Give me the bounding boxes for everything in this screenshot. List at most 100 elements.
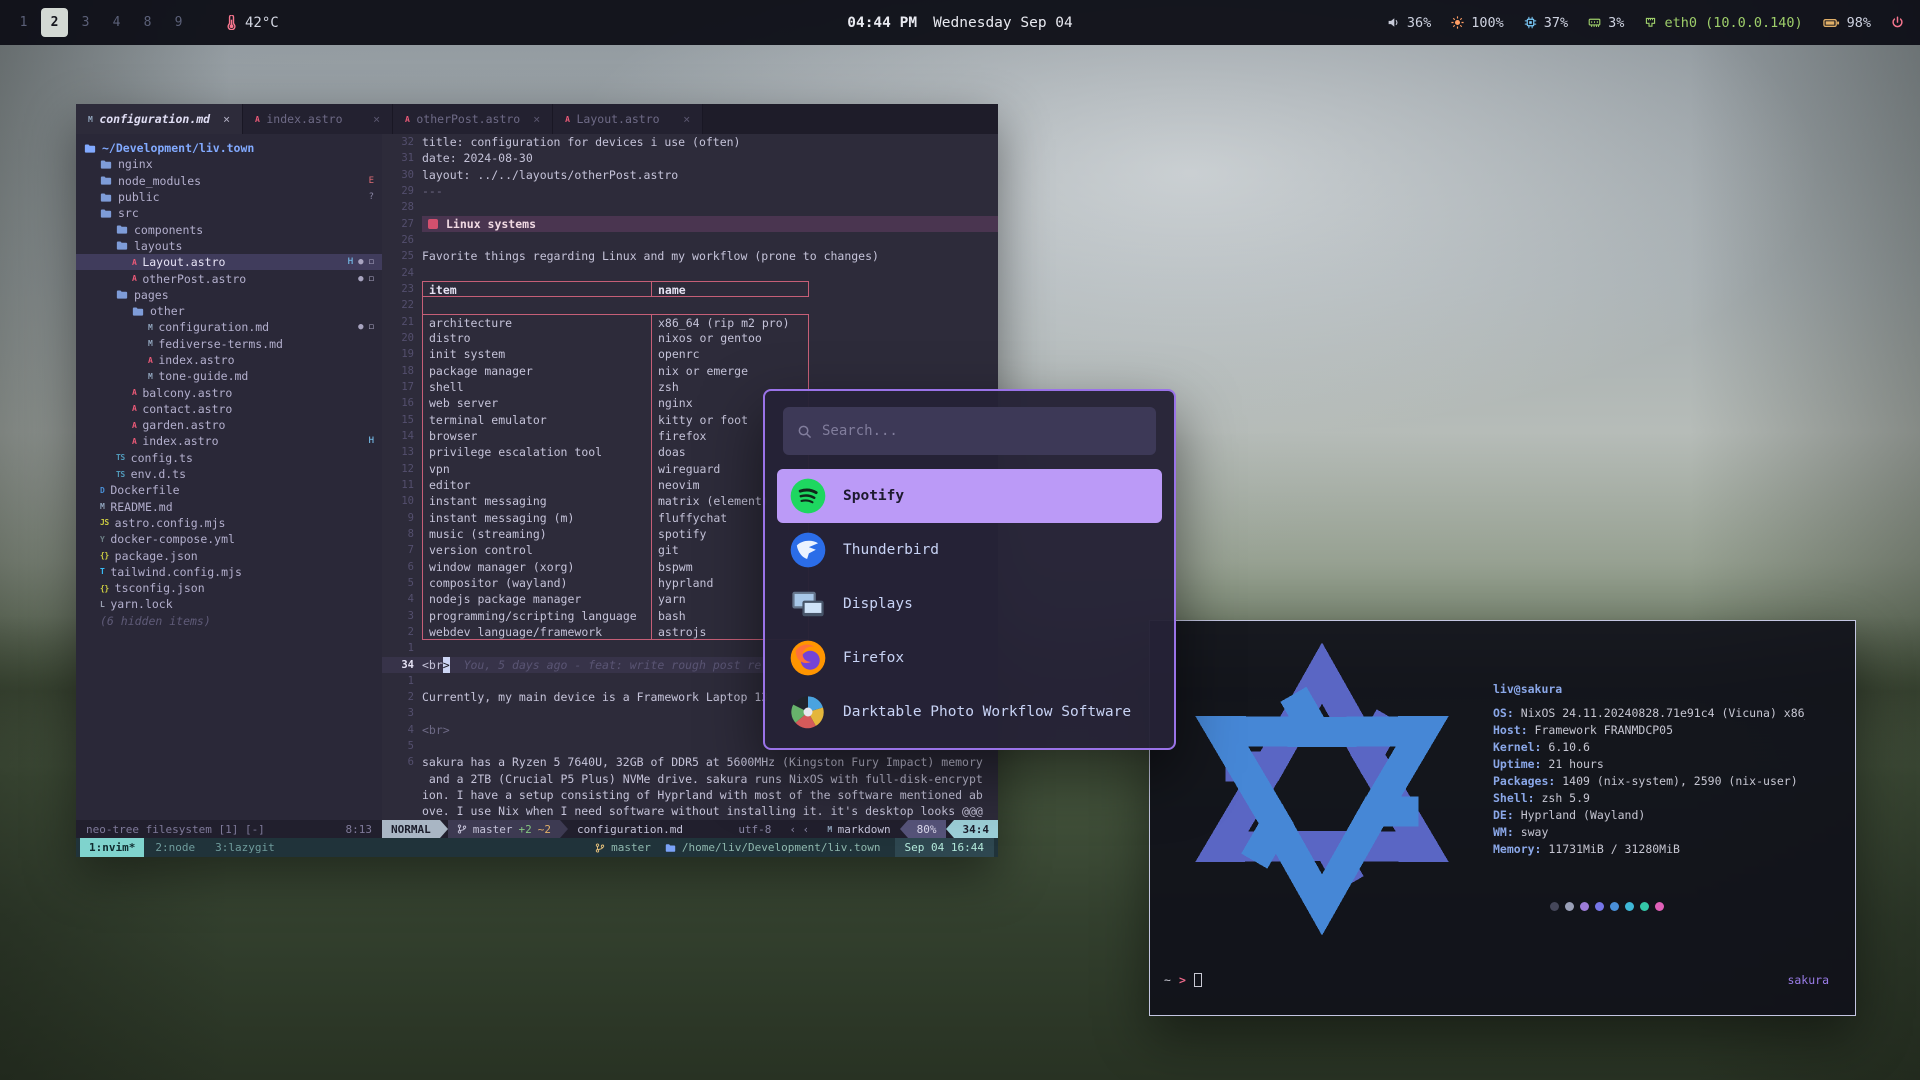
info-row-Host: Host: Framework FRANMDCP05 xyxy=(1493,722,1805,739)
tree-item-tone-guide.md[interactable]: Mtone-guide.md xyxy=(76,368,382,384)
tree-item-garden.astro[interactable]: Agarden.astro xyxy=(76,417,382,433)
line-content: --- xyxy=(422,183,998,199)
tree-item-package.json[interactable]: {}package.json xyxy=(76,547,382,563)
tab-close-icon[interactable]: × xyxy=(677,112,690,126)
line-number: 27 xyxy=(382,216,414,232)
tab-label: Layout.astro xyxy=(577,112,660,126)
tree-item-balcony.astro[interactable]: Abalcony.astro xyxy=(76,384,382,400)
tab-label: otherPost.astro xyxy=(416,112,520,126)
system-info-rows: OS: NixOS 24.11.20240828.71e91c4 (Vicuna… xyxy=(1493,705,1805,858)
folder-icon xyxy=(100,192,112,203)
cursor: > xyxy=(443,657,450,673)
tab-close-icon[interactable]: × xyxy=(367,112,380,126)
tree-item-docker-compose.yml[interactable]: Ydocker-compose.yml xyxy=(76,531,382,547)
tab-close-icon[interactable]: × xyxy=(217,112,230,126)
fetch-terminal-window[interactable]: liv@sakura OS: NixOS 24.11.20240828.71e9… xyxy=(1149,620,1856,1016)
tmux-window-3:lazygit[interactable]: 3:lazygit xyxy=(206,838,284,857)
filetype-segment: M markdown xyxy=(818,820,899,838)
launcher-item-label: Displays xyxy=(843,596,913,612)
tree-item-configuration.md[interactable]: Mconfiguration.md●◻ xyxy=(76,319,382,335)
editor-line: ion. I have a setup consisting of Hyprla… xyxy=(382,787,998,803)
tree-item-otherPost.astro[interactable]: AotherPost.astro●◻ xyxy=(76,270,382,286)
tmux-window-2:node[interactable]: 2:node xyxy=(146,838,204,857)
ts-file-icon: TS xyxy=(116,470,125,479)
line-number: 29 xyxy=(382,183,414,199)
tree-item-label: package.json xyxy=(115,549,198,563)
module-power[interactable] xyxy=(1891,16,1904,29)
tree-item-pages[interactable]: pages xyxy=(76,287,382,303)
tab-close-icon[interactable]: × xyxy=(527,112,540,126)
tree-item-other[interactable]: other xyxy=(76,303,382,319)
tree-item-astro.config.mjs[interactable]: JSastro.config.mjs xyxy=(76,515,382,531)
folder-icon xyxy=(116,289,128,300)
user-host: liv@sakura xyxy=(1493,681,1805,698)
tree-item-badges: E xyxy=(369,176,382,186)
system-info: liv@sakura OS: NixOS 24.11.20240828.71e9… xyxy=(1493,681,1805,858)
darktable-icon xyxy=(789,693,827,731)
workspace-button-3[interactable]: 3 xyxy=(72,8,99,37)
astro-file-icon: A xyxy=(132,404,136,413)
astro-file-icon: A xyxy=(132,274,136,283)
lock-file-icon: L xyxy=(100,600,104,609)
tree-item-node_modules[interactable]: node_modulesE xyxy=(76,173,382,189)
tree-item-index.astro[interactable]: Aindex.astro xyxy=(76,352,382,368)
prompt-symbol: > xyxy=(1179,973,1186,987)
tree-item-Dockerfile[interactable]: DDockerfile xyxy=(76,482,382,498)
tree-item-nginx[interactable]: nginx xyxy=(76,156,382,172)
astro-file-icon: A xyxy=(148,356,152,365)
tmux-window-1:nvim*[interactable]: 1:nvim* xyxy=(80,838,144,857)
workspace-button-4[interactable]: 4 xyxy=(103,8,130,37)
tree-item-contact.astro[interactable]: Acontact.astro xyxy=(76,401,382,417)
git-branch-segment: master +2 ~2 xyxy=(448,820,560,838)
tree-item-config.ts[interactable]: TSconfig.ts xyxy=(76,450,382,466)
editor-tab-configuration.md[interactable]: Mconfiguration.md× xyxy=(76,104,243,134)
module-memory: 3% xyxy=(1588,15,1624,31)
workspace-switcher: 123489 xyxy=(10,8,192,37)
table-border xyxy=(422,297,652,313)
tree-item-tailwind.config.mjs[interactable]: Ttailwind.config.mjs xyxy=(76,564,382,580)
tree-item-public[interactable]: public? xyxy=(76,189,382,205)
palette-dot-6 xyxy=(1640,902,1649,911)
workspace-button-9[interactable]: 9 xyxy=(165,8,192,37)
editor-tab-Layout.astro[interactable]: ALayout.astro× xyxy=(553,104,703,134)
tree-item-components[interactable]: components xyxy=(76,221,382,237)
info-label: Kernel: xyxy=(1493,740,1548,754)
app-launcher[interactable]: SpotifyThunderbird Displays FirefoxDarktab… xyxy=(763,389,1176,750)
launcher-item-Displays[interactable]: Displays xyxy=(777,577,1162,631)
tree-root[interactable]: ~/Development/liv.town xyxy=(76,140,382,156)
workspace-button-2[interactable]: 2 xyxy=(41,8,68,37)
launcher-item-Darktable Photo Workflow Software[interactable]: Darktable Photo Workflow Software xyxy=(777,685,1162,739)
tree-item-Layout.astro[interactable]: ALayout.astroH●◻ xyxy=(76,254,382,270)
line-number: 4 xyxy=(382,591,414,607)
launcher-item-Firefox[interactable]: Firefox xyxy=(777,631,1162,685)
mode-indicator: NORMAL xyxy=(382,820,440,838)
tree-item-fediverse-terms.md[interactable]: Mfediverse-terms.md xyxy=(76,336,382,352)
powerline-separator xyxy=(560,820,568,838)
workspace-button-8[interactable]: 8 xyxy=(134,8,161,37)
line-number: 32 xyxy=(382,134,414,150)
workspace-button-1[interactable]: 1 xyxy=(10,8,37,37)
table-cell-item: window manager (xorg) xyxy=(422,559,652,575)
tree-item-label: contact.astro xyxy=(142,402,232,416)
tree-item-label: other xyxy=(150,304,185,318)
line-content: package managernix or emerge xyxy=(422,363,998,379)
search-input[interactable] xyxy=(822,423,1142,439)
editor-line: 27Linux systems xyxy=(382,216,998,232)
tree-item-label: pages xyxy=(134,288,169,302)
tree-item-badges: ●◻ xyxy=(358,274,382,284)
launcher-item-Spotify[interactable]: Spotify xyxy=(777,469,1162,523)
tree-item-index.astro[interactable]: Aindex.astroH xyxy=(76,433,382,449)
editor-tab-otherPost.astro[interactable]: AotherPost.astro× xyxy=(393,104,553,134)
tree-item-README.md[interactable]: MREADME.md xyxy=(76,499,382,515)
tree-item-tsconfig.json[interactable]: {}tsconfig.json xyxy=(76,580,382,596)
tree-item-(6 hidden items)[interactable]: (6 hidden items) xyxy=(76,613,382,629)
editor-tab-index.astro[interactable]: Aindex.astro× xyxy=(243,104,393,134)
tree-item-layouts[interactable]: layouts xyxy=(76,238,382,254)
tree-item-yarn.lock[interactable]: Lyarn.lock xyxy=(76,596,382,612)
launcher-item-Thunderbird[interactable]: Thunderbird xyxy=(777,523,1162,577)
info-value: NixOS 24.11.20240828.71e91c4 (Vicuna) x8… xyxy=(1521,706,1805,720)
info-row-WM: WM: sway xyxy=(1493,824,1805,841)
tree-item-env.d.ts[interactable]: TSenv.d.ts xyxy=(76,466,382,482)
tree-item-src[interactable]: src xyxy=(76,205,382,221)
table-cell-item: distro xyxy=(422,330,652,346)
